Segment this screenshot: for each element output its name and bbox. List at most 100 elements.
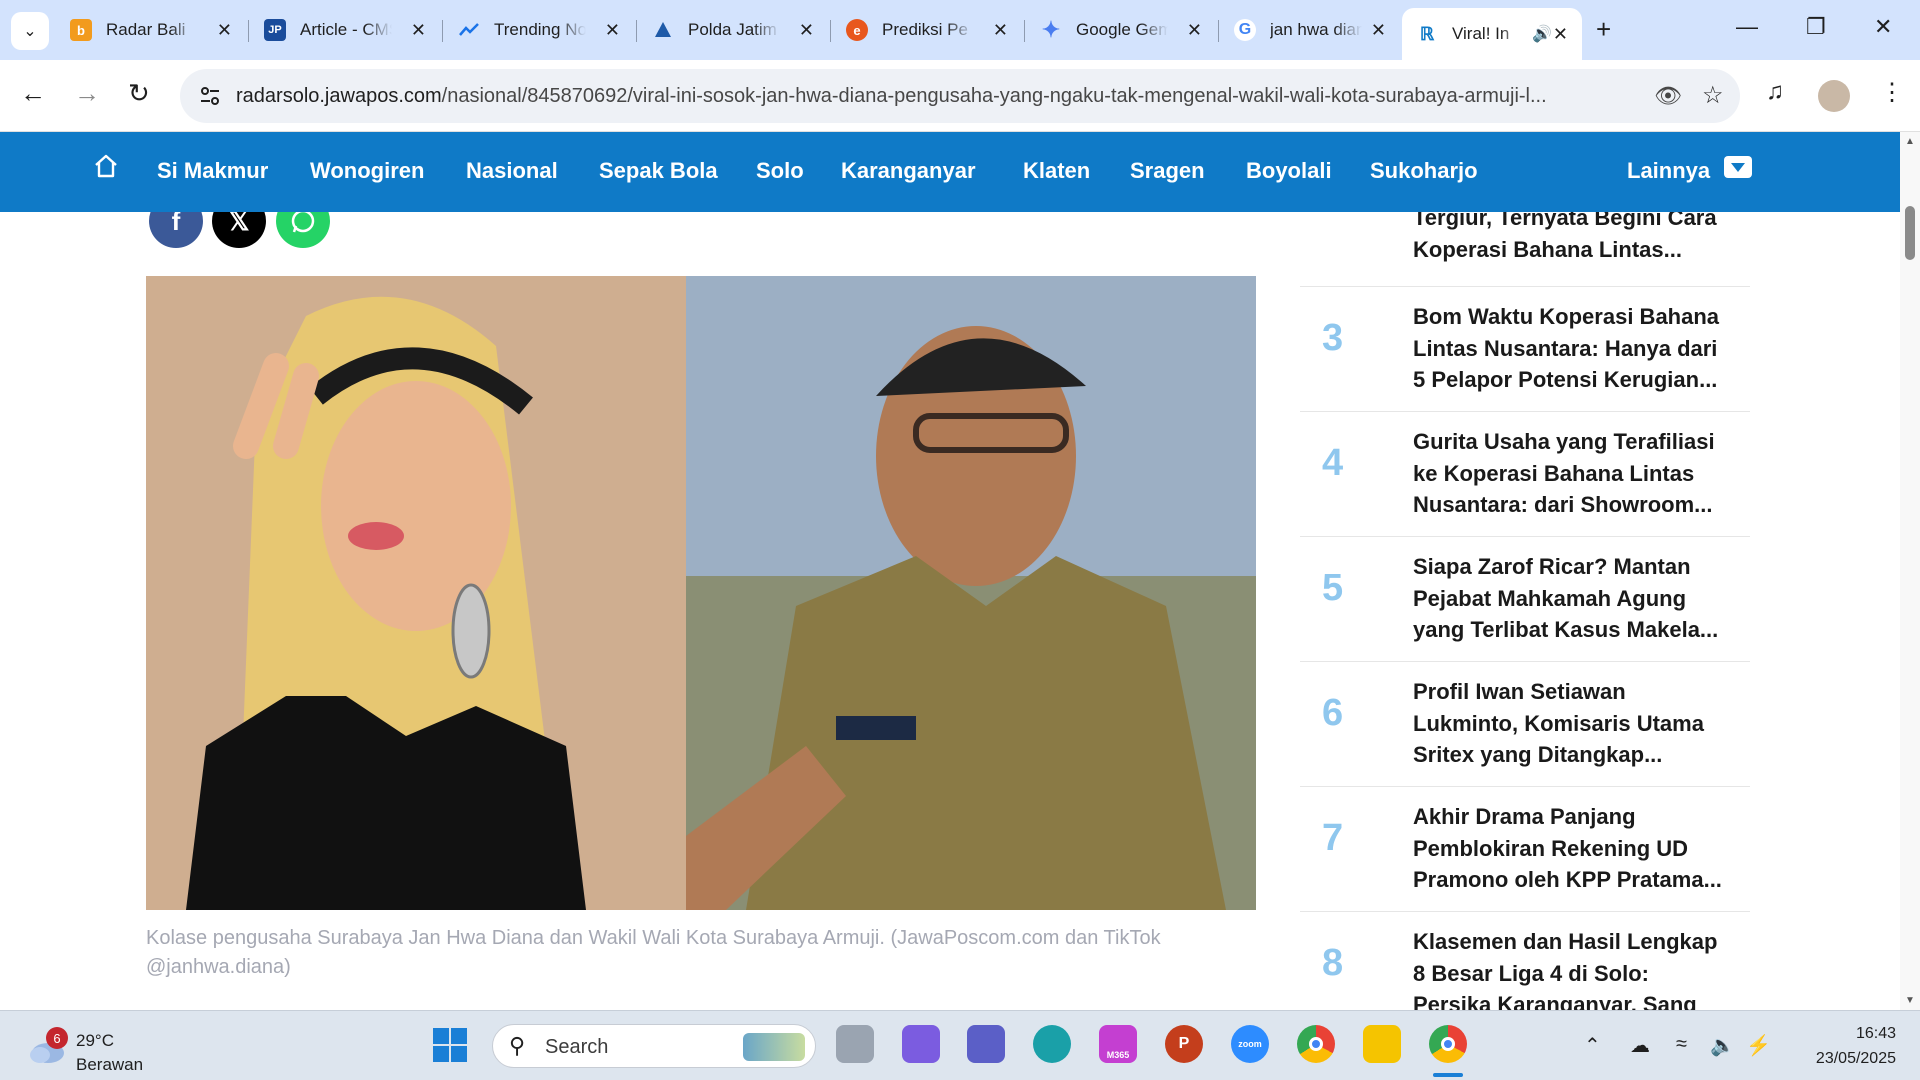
x-share-icon[interactable]: 𝕏	[212, 212, 266, 248]
chevron-up-icon[interactable]: ⌃	[1584, 1033, 1601, 1058]
trending-number: 3	[1322, 317, 1344, 359]
task-view-icon[interactable]	[836, 1025, 874, 1063]
bookmark-star-icon[interactable]: ☆	[1702, 81, 1724, 110]
sticky-notes-icon[interactable]	[1363, 1025, 1401, 1063]
tab-7-active[interactable]: ℝ Viral! In 🔊 ✕	[1402, 8, 1582, 60]
url-text[interactable]: radarsolo.jawapos.com/nasional/845870692…	[236, 85, 1626, 108]
list-item[interactable]: 5 Siapa Zarof Ricar? Mantan Pejabat Mahk…	[1300, 537, 1750, 662]
facebook-share-icon[interactable]: f	[149, 212, 203, 248]
zoom-icon[interactable]: zoom	[1231, 1025, 1269, 1063]
scroll-up-icon[interactable]: ▲	[1905, 136, 1915, 147]
speaker-icon[interactable]: 🔊	[1532, 24, 1552, 44]
tab-1[interactable]: JP Article - CMS ✕	[250, 8, 440, 52]
tab-5[interactable]: ✦ Google Gemini ✕	[1026, 8, 1216, 52]
trending-title[interactable]: Akhir Drama Panjang Pemblokiran Rekening…	[1413, 801, 1733, 896]
zoom-label: zoom	[1238, 1039, 1262, 1049]
scroll-down-icon[interactable]: ▼	[1905, 995, 1915, 1006]
trending-title[interactable]: Klasemen dan Hasil Lengkap 8 Besar Liga …	[1413, 926, 1733, 1010]
list-item[interactable]: 6 Profil Iwan Setiawan Lukminto, Komisar…	[1300, 662, 1750, 787]
tab-0[interactable]: b Radar Bali ✕	[56, 8, 246, 52]
address-bar[interactable]: radarsolo.jawapos.com/nasional/845870692…	[180, 69, 1740, 123]
trending-title[interactable]: Siapa Zarof Ricar? Mantan Pejabat Mahkam…	[1413, 551, 1733, 646]
start-button[interactable]	[432, 1027, 468, 1063]
tab-2[interactable]: Trending Now ✕	[444, 8, 634, 52]
tab-4[interactable]: e Prediksi Pe ✕	[832, 8, 1022, 52]
list-item[interactable]: 3 Bom Waktu Koperasi Bahana Lintas Nusan…	[1300, 287, 1750, 412]
nav-lainnya[interactable]: Lainnya	[1627, 158, 1710, 184]
close-icon[interactable]: ✕	[1371, 20, 1386, 41]
nav-si-makmur[interactable]: Si Makmur	[157, 158, 268, 184]
close-window-button[interactable]: ✕	[1874, 14, 1892, 40]
whatsapp-share-icon[interactable]	[276, 212, 330, 248]
powerpoint-icon[interactable]: P	[1165, 1025, 1203, 1063]
browser-toolbar: ← → ↻ radarsolo.jawapos.com/nasional/845…	[0, 60, 1920, 132]
copilot-icon[interactable]	[902, 1025, 940, 1063]
chrome-center	[1309, 1037, 1323, 1051]
m365-label: M365	[1106, 1050, 1130, 1060]
close-icon[interactable]: ✕	[1553, 24, 1568, 45]
system-clock[interactable]: 16:43 23/05/2025	[1796, 1021, 1896, 1071]
nav-solo[interactable]: Solo	[756, 158, 804, 184]
nav-karanganyar[interactable]: Karanganyar	[841, 158, 976, 184]
close-icon[interactable]: ✕	[411, 20, 426, 41]
close-icon[interactable]: ✕	[217, 20, 232, 41]
more-menu-icon[interactable]: ⋮	[1880, 78, 1904, 107]
tab-divider	[1218, 20, 1219, 42]
page-scrollbar[interactable]: ▲ ▼	[1900, 132, 1920, 1010]
tab-6[interactable]: G jan hwa diana ✕	[1220, 8, 1400, 52]
edge-icon[interactable]	[1033, 1025, 1071, 1063]
trending-title[interactable]: Gurita Usaha yang Terafiliasi ke Koperas…	[1413, 426, 1733, 521]
close-icon[interactable]: ✕	[799, 20, 814, 41]
teams-icon[interactable]	[967, 1025, 1005, 1063]
nav-nasional[interactable]: Nasional	[466, 158, 558, 184]
trending-number: 4	[1322, 442, 1344, 484]
forward-button[interactable]: →	[74, 78, 100, 109]
media-controls-icon[interactable]: ♫	[1766, 78, 1784, 106]
onedrive-icon[interactable]: ☁	[1630, 1033, 1650, 1058]
chrome-profile-icon[interactable]	[1429, 1025, 1467, 1063]
nav-sukoharjo[interactable]: Sukoharjo	[1370, 158, 1478, 184]
list-item[interactable]: 8 Klasemen dan Hasil Lengkap 8 Besar Lig…	[1300, 912, 1750, 1010]
search-highlight-icon	[743, 1033, 805, 1061]
wifi-icon[interactable]: ≈	[1676, 1033, 1687, 1056]
list-item[interactable]: 4 Gurita Usaha yang Terafiliasi ke Koper…	[1300, 412, 1750, 537]
site-settings-icon[interactable]	[198, 84, 222, 108]
caret-down-icon[interactable]	[1724, 156, 1752, 178]
avatar[interactable]	[1818, 80, 1850, 112]
nav-klaten[interactable]: Klaten	[1023, 158, 1090, 184]
list-item[interactable]: 7 Akhir Drama Panjang Pemblokiran Rekeni…	[1300, 787, 1750, 912]
back-button[interactable]: ←	[20, 78, 46, 109]
trending-number: 7	[1322, 817, 1344, 859]
nav-boyolali[interactable]: Boyolali	[1246, 158, 1332, 184]
home-icon[interactable]	[92, 152, 120, 180]
taskbar-search[interactable]: ⚲ Search	[492, 1024, 816, 1068]
reload-button[interactable]: ↻	[128, 78, 150, 109]
battery-icon[interactable]: ⚡	[1746, 1033, 1771, 1058]
scrollbar-thumb[interactable]	[1905, 206, 1915, 260]
trending-title[interactable]: Bom Waktu Koperasi Bahana Lintas Nusanta…	[1413, 301, 1733, 396]
close-icon[interactable]: ✕	[1187, 20, 1202, 41]
minimize-button[interactable]: —	[1736, 14, 1758, 40]
nav-sepak-bola[interactable]: Sepak Bola	[599, 158, 718, 184]
volume-icon[interactable]: 🔈	[1710, 1033, 1735, 1058]
eye-off-icon[interactable]: 👁	[1654, 83, 1682, 109]
close-icon[interactable]: ✕	[993, 20, 1008, 41]
tab-divider	[1024, 20, 1025, 42]
tab-search-button[interactable]: ⌄	[11, 12, 49, 50]
m365-icon[interactable]: M365	[1099, 1025, 1137, 1063]
article-photo	[146, 276, 1256, 910]
list-item[interactable]: 2 Tergiur, Ternyata Begini Cara Koperasi…	[1300, 212, 1750, 287]
trending-title[interactable]: Profil Iwan Setiawan Lukminto, Komisaris…	[1413, 676, 1733, 771]
tab-label: Article - CMS	[300, 20, 392, 39]
tab-label: Radar Bali	[106, 20, 186, 39]
weather-description: Berawan	[76, 1055, 144, 1074]
trending-title[interactable]: Tergiur, Ternyata Begini Cara Koperasi B…	[1413, 212, 1733, 265]
nav-sragen[interactable]: Sragen	[1130, 158, 1205, 184]
close-icon[interactable]: ✕	[605, 20, 620, 41]
restore-button[interactable]: ❐	[1806, 14, 1826, 40]
nav-wonogiren[interactable]: Wonogiren	[310, 158, 424, 184]
new-tab-button[interactable]: +	[1596, 14, 1611, 45]
chrome-icon[interactable]	[1297, 1025, 1335, 1063]
tab-3[interactable]: Polda Jatim ✕	[638, 8, 828, 52]
gemini-icon: ✦	[1041, 17, 1061, 42]
